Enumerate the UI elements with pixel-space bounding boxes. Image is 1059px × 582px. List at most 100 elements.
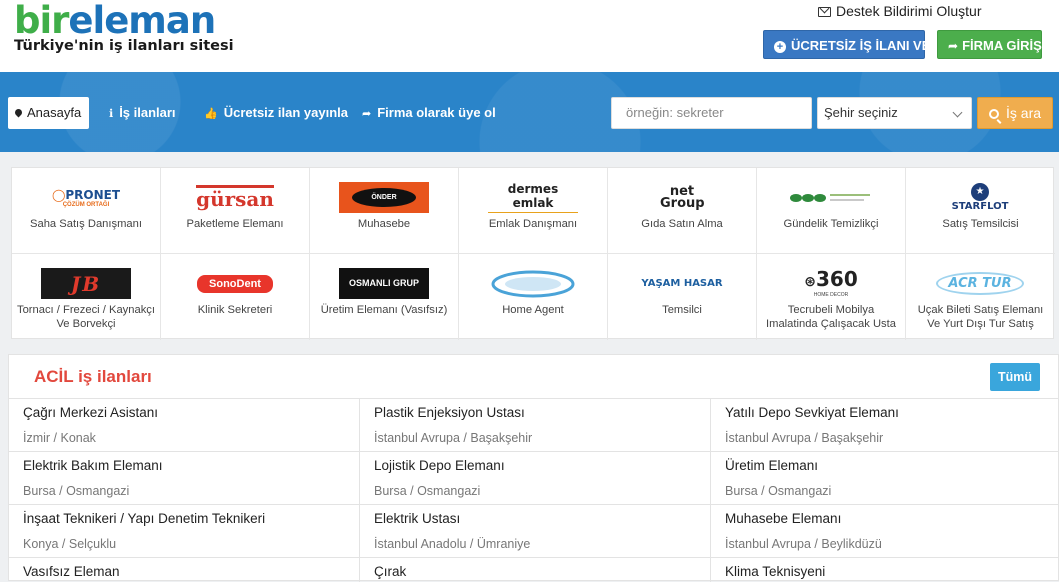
company-logo: net Group <box>637 182 727 213</box>
company-job-title: Temsilci <box>662 304 702 316</box>
featured-companies-grid: ◯PRONET ÇÖZÜM ORTAĞI Saha Satış Danışman… <box>11 167 1055 340</box>
company-job-title: Emlak Danışmanı <box>488 218 578 230</box>
free-job-post-button[interactable]: + ÜCRETSİZ İŞ İLANI VER <box>763 30 940 59</box>
cleaning-company-logo-graphic <box>790 193 870 202</box>
job-search-button[interactable]: İş ara <box>977 97 1053 129</box>
company-job-title: Satış Temsilcisi <box>942 218 1019 230</box>
company-card[interactable]: ★ STARFLOT Satış Temsilcisi <box>906 168 1055 254</box>
home-agent-logo-graphic <box>491 270 575 297</box>
nav-free-post[interactable]: 👍 Ücretsiz ilan yayınla <box>204 97 348 129</box>
company-card[interactable]: ◯PRONET ÇÖZÜM ORTAĞI Saha Satış Danışman… <box>12 168 161 254</box>
job-title: Lojistik Depo Elemanı <box>374 458 505 473</box>
company-logo <box>488 268 578 299</box>
job-title: Çırak <box>374 564 407 579</box>
job-listing[interactable]: Klima Teknisyeni <box>711 558 1059 582</box>
company-job-title: Gıda Satın Alma <box>641 218 723 230</box>
company-logo-text: dermes emlak <box>488 182 578 213</box>
top-header: bireleman Türkiye'nin iş ilanları sitesi… <box>0 0 1059 72</box>
company-job-title: Paketleme Elemanı <box>186 218 284 230</box>
job-listing[interactable]: Çırak <box>360 558 711 582</box>
company-card[interactable]: gürsan Paketleme Elemanı <box>161 168 310 254</box>
job-title: İnşaat Teknikeri / Yapı Denetim Tekniker… <box>23 511 266 526</box>
nav-jobs[interactable]: ℹ İş ilanları <box>109 97 176 129</box>
thumbs-up-icon: 👍 <box>204 108 218 120</box>
urgent-jobs-panel: ACİL iş ilanları Tümü Çağrı Merkezi Asis… <box>8 354 1059 582</box>
job-listing[interactable]: Elektrik Bakım Elemanı Bursa / Osmangazi <box>9 452 360 505</box>
job-location: İstanbul Avrupa / Beylikdüzü <box>725 537 882 551</box>
company-card[interactable]: SonoDent Klinik Sekreteri <box>161 254 310 340</box>
job-search-button-label: İş ara <box>1006 105 1042 121</box>
job-search-input[interactable]: örneğin: sekreter <box>611 97 812 129</box>
nav-free-post-label: Ücretsiz ilan yayınla <box>223 105 348 120</box>
company-job-title: Üretim Elemanı (Vasıfsız) <box>320 304 448 316</box>
job-listing[interactable]: Çağrı Merkezi Asistanı İzmir / Konak <box>9 399 360 452</box>
free-job-post-label: ÜCRETSİZ İŞ İLANI VER <box>791 38 940 53</box>
company-job-title: Klinik Sekreteri <box>197 304 273 316</box>
company-logo-text: JB <box>70 271 102 296</box>
job-listing[interactable]: Vasıfsız Eleman <box>9 558 360 582</box>
map-pin-icon <box>13 107 24 118</box>
chevron-down-icon <box>952 107 963 118</box>
city-select-value: Şehir seçiniz <box>824 105 898 120</box>
company-logo-text: net Group <box>660 183 705 211</box>
company-job-title: Uçak Bileti Satış Elemanı Ve Yurt Dışı T… <box>917 304 1044 330</box>
company-card[interactable]: dermes emlak Emlak Danışmanı <box>459 168 608 254</box>
nav-home[interactable]: Anasayfa <box>8 97 89 129</box>
job-title: Çağrı Merkezi Asistanı <box>23 405 159 420</box>
company-card[interactable]: ACR TUR Uçak Bileti Satış Elemanı Ve Yur… <box>906 254 1055 340</box>
plus-circle-icon: + <box>774 41 786 53</box>
nav-home-label: Anasayfa <box>27 105 82 120</box>
company-logo: OSMANLI GRUP <box>339 268 429 299</box>
job-title: Vasıfsız Eleman <box>23 564 120 579</box>
company-card[interactable]: net Group Gıda Satın Alma <box>608 168 757 254</box>
company-login-label: FİRMA GİRİŞ <box>962 38 1042 53</box>
job-listing[interactable]: Plastik Enjeksiyon Ustası İstanbul Avrup… <box>360 399 711 452</box>
job-location: Konya / Selçuklu <box>23 537 117 551</box>
job-listing[interactable]: Üretim Elemanı Bursa / Osmangazi <box>711 452 1059 505</box>
company-logo <box>786 182 876 213</box>
job-listing[interactable]: İnşaat Teknikeri / Yapı Denetim Tekniker… <box>9 505 360 558</box>
company-logo-text: 360 <box>815 268 858 291</box>
job-title: Elektrik Ustası <box>374 511 461 526</box>
company-card[interactable]: OSMANLI GRUP Üretim Elemanı (Vasıfsız) <box>310 254 459 340</box>
view-all-button[interactable]: Tümü <box>990 363 1040 391</box>
nav-jobs-label: İş ilanları <box>119 105 176 120</box>
globe-icon: ⊛ <box>804 274 816 290</box>
job-listing[interactable]: Yatılı Depo Sevkiyat Elemanı İstanbul Av… <box>711 399 1059 452</box>
company-card[interactable]: JB Tornacı / Frezeci / Kaynakçı Ve Borve… <box>12 254 161 340</box>
job-listing[interactable]: Elektrik Ustası İstanbul Anadolu / Ümran… <box>360 505 711 558</box>
job-title: Elektrik Bakım Elemanı <box>23 458 163 473</box>
info-icon: ℹ <box>109 108 114 120</box>
logo-part-bir: bir <box>14 0 69 42</box>
urgent-jobs-header: ACİL iş ilanları Tümü <box>9 355 1058 399</box>
envelope-icon <box>818 7 831 17</box>
job-location: Bursa / Osmangazi <box>23 484 130 498</box>
job-title: Plastik Enjeksiyon Ustası <box>374 405 525 420</box>
company-logo: YAŞAM HASAR <box>637 268 727 299</box>
job-listing[interactable]: Lojistik Depo Elemanı Bursa / Osmangazi <box>360 452 711 505</box>
company-logo: ACR TUR <box>935 268 1025 299</box>
company-logo: ★ STARFLOT <box>935 182 1025 213</box>
company-logo: SonoDent <box>190 268 280 299</box>
logo-wordmark: bireleman <box>14 2 234 40</box>
company-card[interactable]: YAŞAM HASAR Temsilci <box>608 254 757 340</box>
company-card[interactable]: ÖNDER Muhasebe <box>310 168 459 254</box>
support-link-label: Destek Bildirimi Oluştur <box>836 3 982 19</box>
company-card[interactable]: Home Agent <box>459 254 608 340</box>
city-select[interactable]: Şehir seçiniz <box>817 97 972 129</box>
job-location: İstanbul Anadolu / Ümraniye <box>374 537 531 551</box>
job-listing[interactable]: Muhasebe Elemanı İstanbul Avrupa / Beyli… <box>711 505 1059 558</box>
job-location: İzmir / Konak <box>23 431 96 445</box>
job-location: İstanbul Avrupa / Başakşehir <box>374 431 533 445</box>
company-card[interactable]: Gündelik Temizlikçi <box>757 168 906 254</box>
job-title: Üretim Elemanı <box>725 458 819 473</box>
company-card[interactable]: ⊛360 HOME DECOR Tecrubeli Mobilya Imalat… <box>757 254 906 340</box>
company-login-button[interactable]: ➦ FİRMA GİRİŞ <box>937 30 1042 59</box>
job-location: Bursa / Osmangazi <box>374 484 481 498</box>
company-logo-subtext: HOME DECOR <box>813 292 849 298</box>
support-link[interactable]: Destek Bildirimi Oluştur <box>818 3 981 19</box>
nav-company-signup[interactable]: ➦ Firma olarak üye ol <box>362 97 496 129</box>
hero-nav-bar: Anasayfa ℹ İş ilanları 👍 Ücretsiz ilan yay… <box>0 72 1059 152</box>
company-job-title: Gündelik Temizlikçi <box>783 218 879 230</box>
site-logo[interactable]: bireleman Türkiye'nin iş ilanları sitesi <box>14 2 234 55</box>
